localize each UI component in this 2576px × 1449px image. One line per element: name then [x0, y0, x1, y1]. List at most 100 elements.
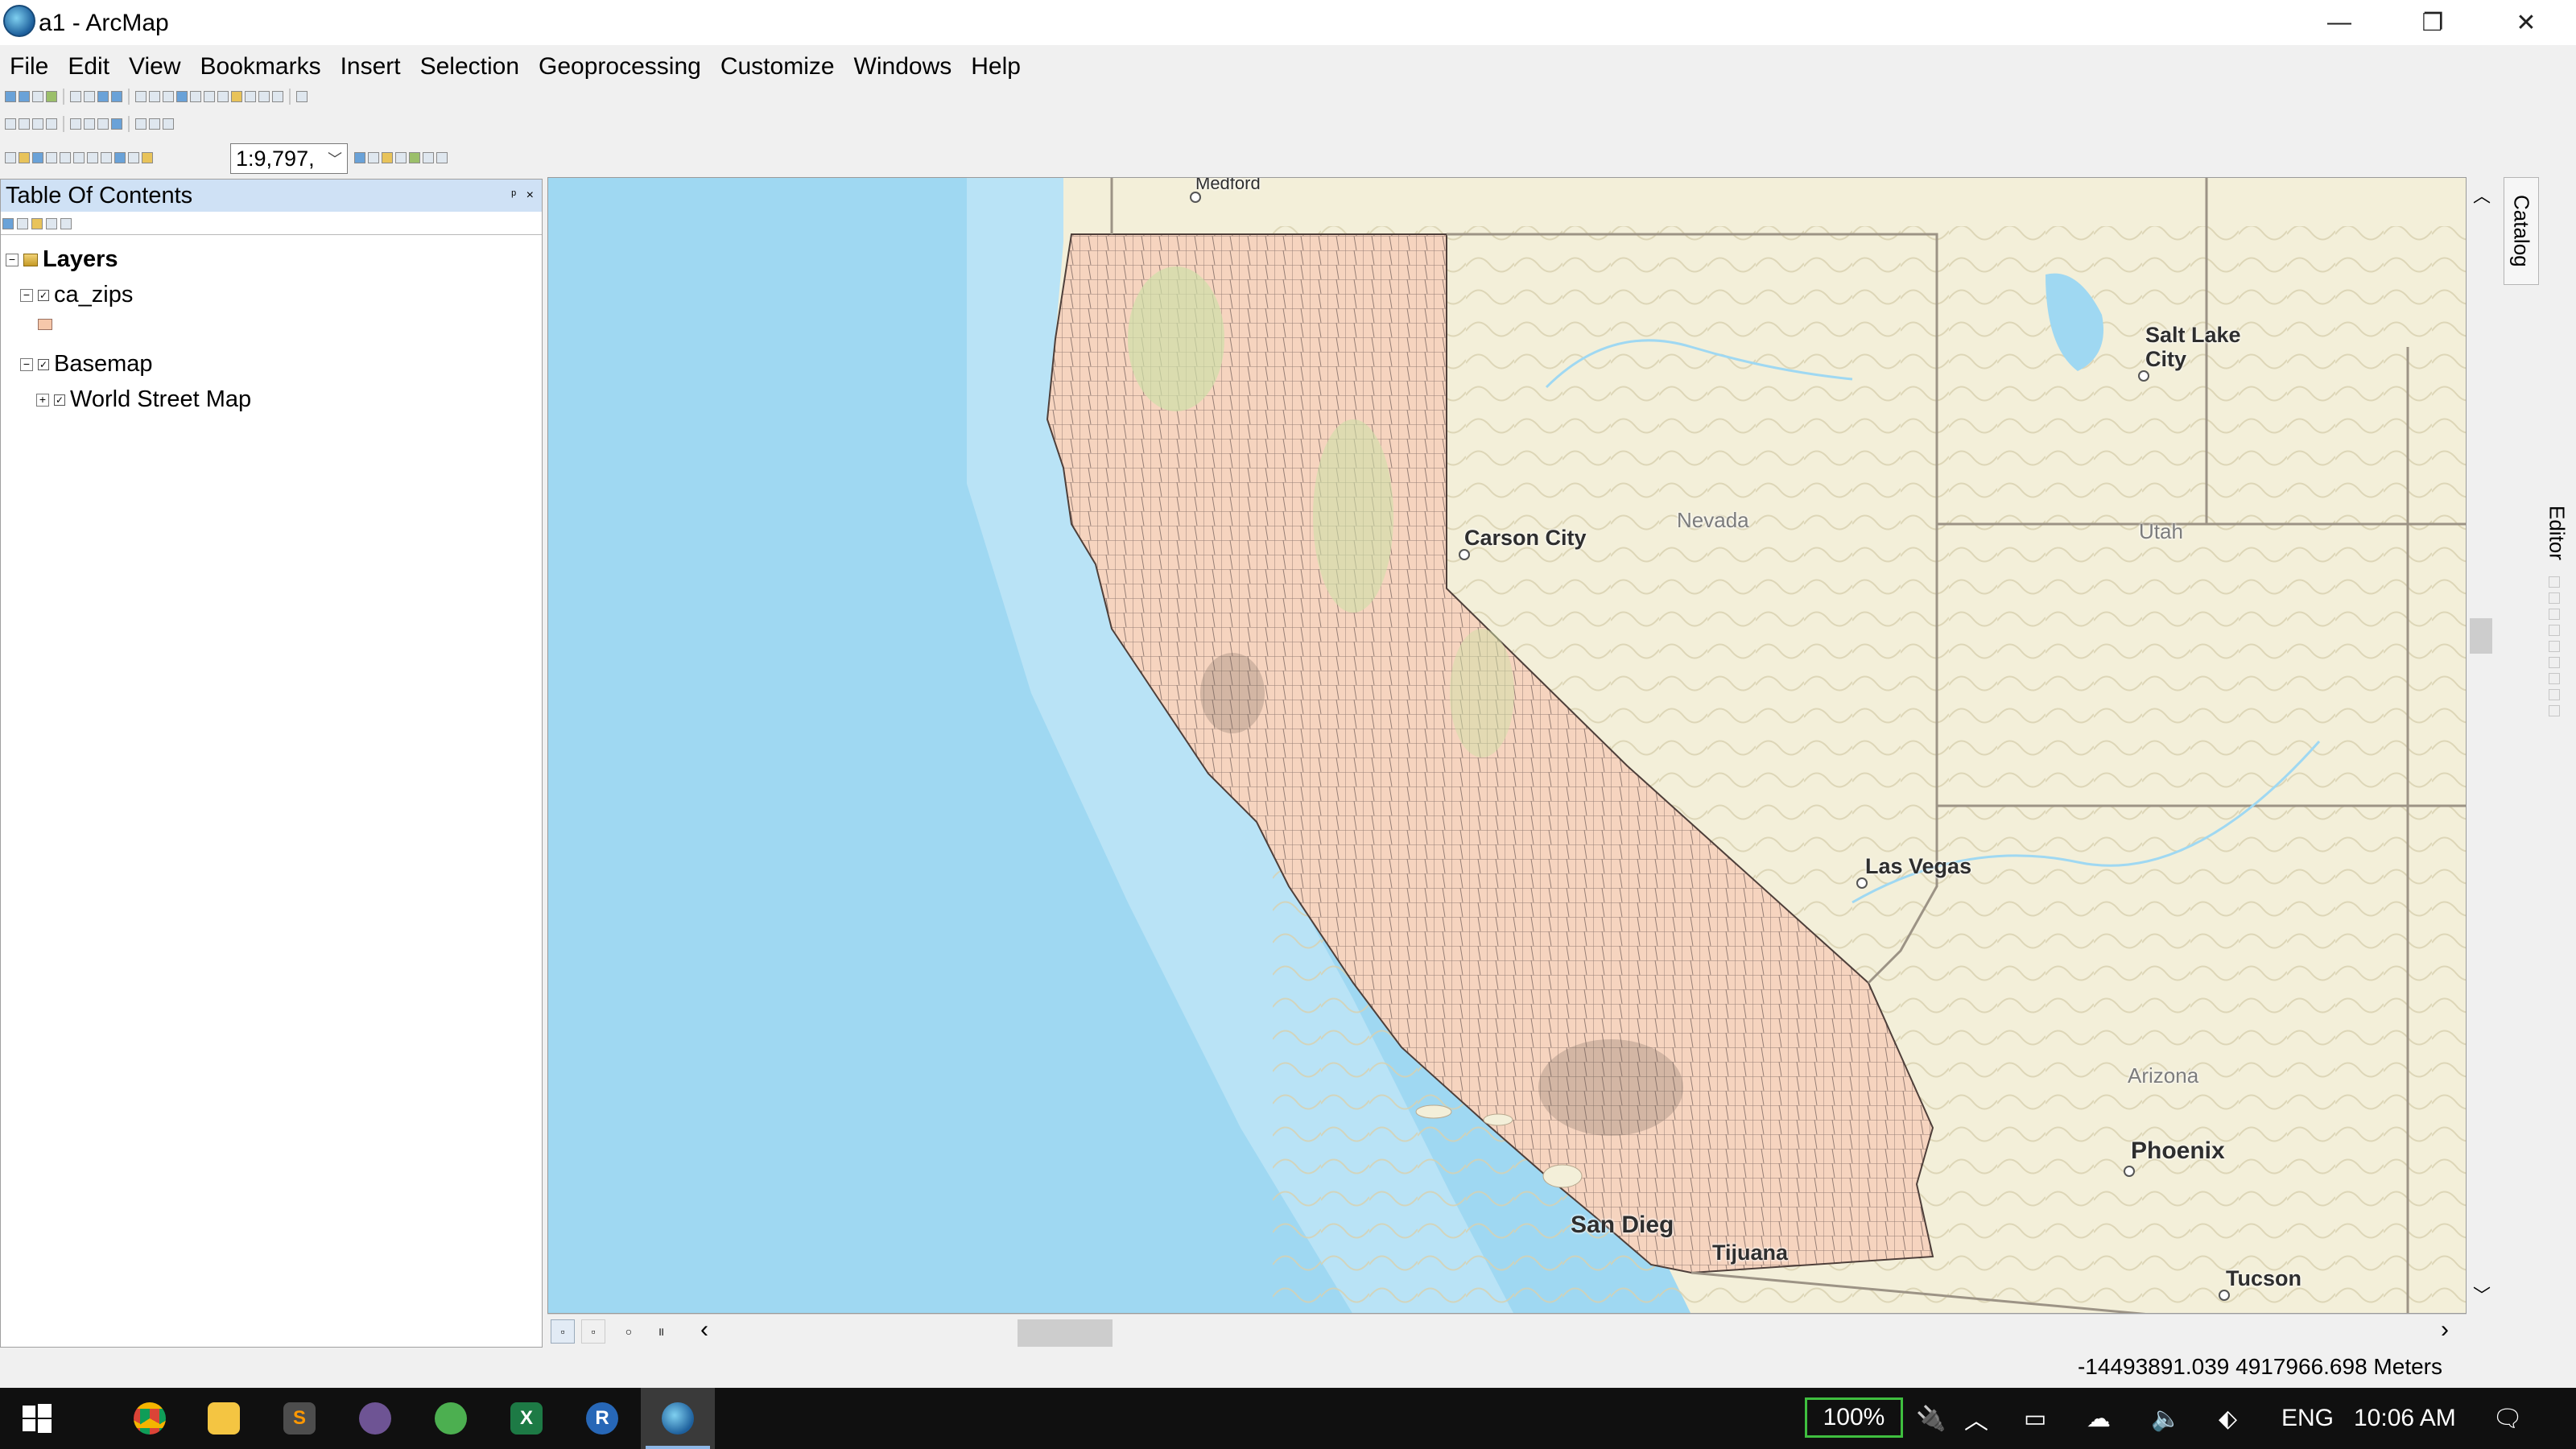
map-scale-select[interactable]: 1:9,797, ﹀ [230, 143, 348, 174]
clear-selection-icon[interactable] [149, 91, 160, 102]
city-marker[interactable] [2124, 1166, 2135, 1177]
taskbar-excel[interactable]: X [489, 1388, 564, 1449]
action-center-icon[interactable]: 🗨 [2492, 1388, 2523, 1449]
fixed-zoom-out-icon[interactable] [84, 91, 95, 102]
collapse-icon[interactable]: − [20, 288, 33, 302]
viewer-window-icon[interactable] [296, 91, 308, 102]
search-window-icon[interactable] [395, 152, 407, 163]
delete-icon[interactable] [101, 152, 112, 163]
layout-back-icon[interactable] [84, 118, 95, 130]
zoom-control-icon[interactable] [111, 118, 122, 130]
input-language[interactable]: ENG [2281, 1388, 2334, 1449]
chevron-up-icon[interactable]: ︿ [1964, 1388, 1988, 1449]
editor-tab[interactable]: Editor [2541, 493, 2573, 573]
scroll-left-icon[interactable]: ‹ [700, 1316, 708, 1344]
onedrive-cloud-icon[interactable]: ☁ [2087, 1388, 2111, 1449]
forward-extent-icon[interactable] [111, 91, 122, 102]
find-route-icon[interactable] [245, 91, 256, 102]
fixed-zoom-in-icon[interactable] [70, 91, 81, 102]
taskbar-sublime[interactable]: S [262, 1388, 336, 1449]
city-marker[interactable] [2138, 370, 2149, 382]
edit-vertices-icon[interactable] [2549, 592, 2560, 604]
city-marker[interactable] [2219, 1290, 2230, 1301]
save-icon[interactable] [32, 152, 43, 163]
menu-selection[interactable]: Selection [417, 52, 522, 82]
list-by-drawing-order-icon[interactable] [2, 218, 14, 229]
python-window-icon[interactable] [423, 152, 434, 163]
pause-drawing-button[interactable]: ॥ [649, 1319, 673, 1344]
menu-windows[interactable]: Windows [851, 52, 956, 82]
tree-row-ca-zips[interactable]: − ✓ ca_zips [20, 282, 133, 308]
goto-xy-icon[interactable] [258, 91, 270, 102]
copy-icon[interactable] [73, 152, 85, 163]
refresh-button[interactable]: ○ [617, 1319, 641, 1344]
map-view[interactable]: Medford Salt Lake City Carson City Nevad… [547, 177, 2467, 1314]
toggle-draft-icon[interactable] [135, 118, 147, 130]
list-by-selection-icon[interactable] [46, 218, 57, 229]
map-horizontal-scrollbar[interactable]: ▫ ▫ ○ ॥ ‹ › [547, 1314, 2467, 1348]
city-marker[interactable] [1459, 549, 1470, 560]
find-icon[interactable] [231, 91, 242, 102]
menu-help[interactable]: Help [968, 52, 1024, 82]
taskbar-file-explorer[interactable] [187, 1388, 261, 1449]
collapse-icon[interactable]: − [20, 357, 33, 371]
minimize-button[interactable]: — [2293, 0, 2386, 45]
list-by-source-icon[interactable] [17, 218, 28, 229]
zoom-in-icon[interactable] [5, 91, 16, 102]
network-icon[interactable]: ▭ [2024, 1388, 2046, 1449]
polygon-symbol-icon[interactable] [38, 319, 52, 330]
layer-visibility-checkbox[interactable]: ✓ [38, 289, 49, 301]
redo-icon[interactable] [128, 152, 139, 163]
scroll-up-icon[interactable]: ︿ [2473, 182, 2491, 208]
layout-pan-icon[interactable] [32, 118, 43, 130]
sketch-properties-icon[interactable] [2549, 689, 2560, 700]
horizontal-scroll-thumb[interactable] [1018, 1319, 1113, 1347]
collapse-icon[interactable]: − [6, 253, 19, 266]
menu-bookmarks[interactable]: Bookmarks [197, 52, 324, 82]
undo-icon[interactable] [114, 152, 126, 163]
arctoolbox-icon[interactable] [409, 152, 420, 163]
catalog-tab[interactable]: Catalog [2504, 177, 2539, 285]
map-vertical-scrollbar[interactable]: ︿ ﹀ [2467, 177, 2496, 1314]
add-data-icon[interactable] [142, 152, 153, 163]
taskbar-spyder[interactable] [414, 1388, 488, 1449]
menu-insert[interactable]: Insert [337, 52, 404, 82]
model-builder-icon[interactable] [436, 152, 448, 163]
data-view-button[interactable]: ▫ [551, 1319, 575, 1344]
battery-indicator[interactable]: 100% [1805, 1397, 1903, 1438]
editor-toolbar-icon[interactable] [354, 152, 365, 163]
layout-zoom-in-icon[interactable] [5, 118, 16, 130]
start-button[interactable] [0, 1388, 74, 1449]
measure-icon[interactable] [217, 91, 229, 102]
menu-customize[interactable]: Customize [717, 52, 838, 82]
restore-button[interactable]: ❐ [2386, 0, 2479, 45]
identify-icon[interactable] [176, 91, 188, 102]
menu-file[interactable]: File [6, 52, 52, 82]
zoom-out-icon[interactable] [19, 91, 30, 102]
taskbar-r[interactable]: R [565, 1388, 639, 1449]
layer-visibility-checkbox[interactable]: ✓ [38, 358, 49, 370]
open-icon[interactable] [19, 152, 30, 163]
zoom-whole-page-icon[interactable] [46, 118, 57, 130]
table-of-contents-icon[interactable] [368, 152, 379, 163]
full-extent-icon[interactable] [46, 91, 57, 102]
split-icon[interactable] [2549, 641, 2560, 652]
focus-data-frame-icon[interactable] [149, 118, 160, 130]
toc-options-icon[interactable] [60, 218, 72, 229]
toc-window-buttons[interactable]: ᵖ × [511, 188, 537, 203]
tree-row-basemap[interactable]: − ✓ Basemap [20, 351, 153, 378]
volume-icon[interactable]: 🔈 [2151, 1388, 2181, 1449]
close-button[interactable]: ✕ [2479, 0, 2573, 45]
menu-geoprocessing[interactable]: Geoprocessing [535, 52, 704, 82]
layout-forward-icon[interactable] [97, 118, 109, 130]
clock[interactable]: 10:06 AM [2354, 1388, 2456, 1449]
tree-row-symbol[interactable] [38, 319, 52, 330]
html-popup-icon[interactable] [204, 91, 215, 102]
layout-zoom-out-icon[interactable] [19, 118, 30, 130]
city-marker[interactable] [1856, 877, 1868, 889]
print-icon[interactable] [46, 152, 57, 163]
new-document-icon[interactable] [5, 152, 16, 163]
expand-icon[interactable]: + [36, 393, 49, 407]
create-features-icon[interactable] [2549, 705, 2560, 716]
time-slider-icon[interactable] [272, 91, 283, 102]
